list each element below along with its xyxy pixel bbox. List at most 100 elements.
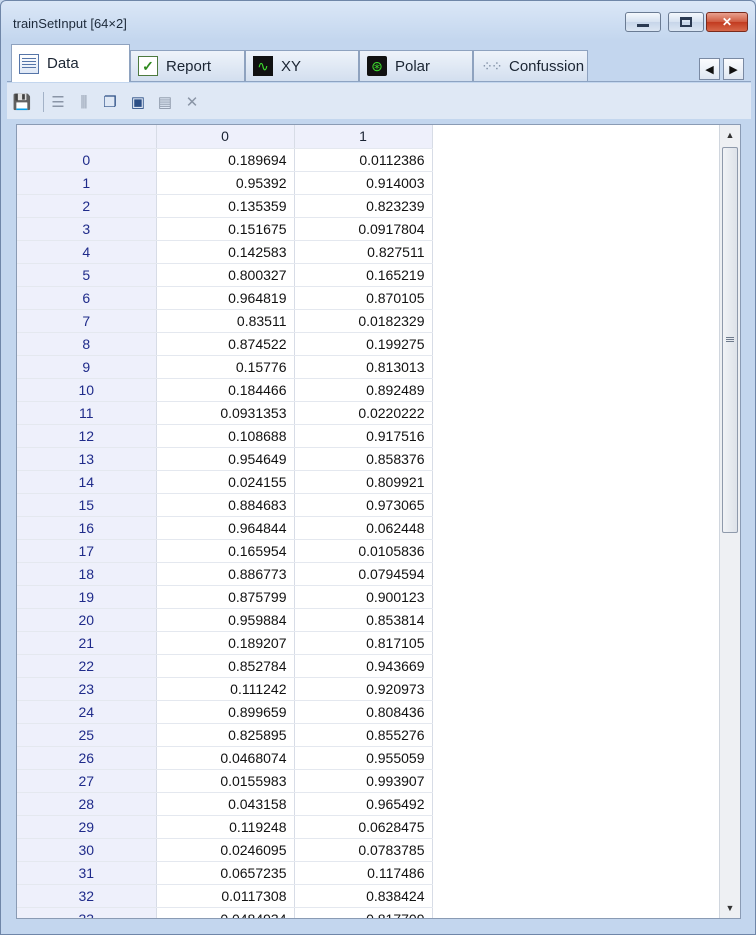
table-cell[interactable]: 0.184466 (156, 378, 295, 402)
table-row[interactable]: 1 0.95392 0.914003 (17, 171, 433, 195)
table-cell[interactable]: 0.0484934 (156, 907, 295, 918)
row-header[interactable]: 24 (17, 700, 157, 724)
save-button[interactable]: 💾 (11, 91, 33, 113)
table-row[interactable]: 13 0.954649 0.858376 (17, 447, 433, 471)
table-cell[interactable]: 0.0117308 (156, 884, 295, 908)
table-cell[interactable]: 0.900123 (294, 585, 433, 609)
table-cell[interactable]: 0.808436 (294, 700, 433, 724)
table-cell[interactable]: 0.135359 (156, 194, 295, 218)
table-row[interactable]: 31 0.0657235 0.117486 (17, 861, 433, 885)
table-cell[interactable]: 0.117486 (294, 861, 433, 885)
table-row[interactable]: 30 0.0246095 0.0783785 (17, 838, 433, 862)
table-cell[interactable]: 0.817709 (294, 907, 433, 918)
table-cell[interactable]: 0.899659 (156, 700, 295, 724)
table-row[interactable]: 8 0.874522 0.199275 (17, 332, 433, 356)
table-cell[interactable]: 0.875799 (156, 585, 295, 609)
table-cell[interactable]: 0.993907 (294, 769, 433, 793)
table-row[interactable]: 29 0.119248 0.0628475 (17, 815, 433, 839)
table-cell[interactable]: 0.119248 (156, 815, 295, 839)
table-cell[interactable]: 0.0246095 (156, 838, 295, 862)
paste-button[interactable]: ▤ (154, 91, 176, 113)
insert-column-button[interactable]: ⫼ (73, 91, 95, 113)
vertical-scrollbar[interactable]: ▲ ▼ (719, 125, 740, 918)
table-row[interactable]: 33 0.0484934 0.817709 (17, 907, 433, 918)
table-cell[interactable]: 0.15776 (156, 355, 295, 379)
table-row[interactable]: 4 0.142583 0.827511 (17, 240, 433, 264)
table-cell[interactable]: 0.111242 (156, 677, 295, 701)
table-cell[interactable]: 0.855276 (294, 723, 433, 747)
table-cell[interactable]: 0.964819 (156, 286, 295, 310)
row-header[interactable]: 18 (17, 562, 157, 586)
table-cell[interactable]: 0.827511 (294, 240, 433, 264)
row-header[interactable]: 23 (17, 677, 157, 701)
table-cell[interactable]: 0.886773 (156, 562, 295, 586)
maximize-button[interactable] (668, 12, 704, 32)
table-cell[interactable]: 0.0155983 (156, 769, 295, 793)
table-cell[interactable]: 0.943669 (294, 654, 433, 678)
table-cell[interactable]: 0.0628475 (294, 815, 433, 839)
table-cell[interactable]: 0.823239 (294, 194, 433, 218)
row-header[interactable]: 16 (17, 516, 157, 540)
tab-data[interactable]: Data (11, 44, 130, 82)
row-header[interactable]: 31 (17, 861, 157, 885)
table-cell[interactable]: 0.884683 (156, 493, 295, 517)
table-cell[interactable]: 0.024155 (156, 470, 295, 494)
table-cell[interactable]: 0.108688 (156, 424, 295, 448)
table-cell[interactable]: 0.853814 (294, 608, 433, 632)
table-cell[interactable]: 0.954649 (156, 447, 295, 471)
column-header[interactable]: 0 (156, 125, 295, 149)
row-header[interactable]: 19 (17, 585, 157, 609)
row-header[interactable]: 29 (17, 815, 157, 839)
table-cell[interactable]: 0.965492 (294, 792, 433, 816)
data-grid[interactable]: 0 1 0 0.189694 0.0112386 1 0.95392 0.914003 2 0… (16, 124, 741, 919)
table-row[interactable]: 7 0.83511 0.0182329 (17, 309, 433, 333)
table-cell[interactable]: 0.914003 (294, 171, 433, 195)
table-cell[interactable]: 0.165954 (156, 539, 295, 563)
table-cell[interactable]: 0.892489 (294, 378, 433, 402)
table-cell[interactable]: 0.151675 (156, 217, 295, 241)
table-cell[interactable]: 0.973065 (294, 493, 433, 517)
table-cell[interactable]: 0.0220222 (294, 401, 433, 425)
row-header[interactable]: 1 (17, 171, 157, 195)
row-header[interactable]: 14 (17, 470, 157, 494)
table-cell[interactable]: 0.852784 (156, 654, 295, 678)
table-cell[interactable]: 0.062448 (294, 516, 433, 540)
row-header[interactable]: 15 (17, 493, 157, 517)
table-cell[interactable]: 0.189694 (156, 148, 295, 172)
table-cell[interactable]: 0.813013 (294, 355, 433, 379)
table-row[interactable]: 20 0.959884 0.853814 (17, 608, 433, 632)
row-header[interactable]: 6 (17, 286, 157, 310)
table-cell[interactable]: 0.0917804 (294, 217, 433, 241)
table-cell[interactable]: 0.817105 (294, 631, 433, 655)
row-header[interactable]: 20 (17, 608, 157, 632)
delete-button[interactable]: ✕ (181, 91, 203, 113)
table-cell[interactable]: 0.043158 (156, 792, 295, 816)
copy-button[interactable]: ❐ (99, 91, 121, 113)
column-header[interactable]: 1 (294, 125, 433, 149)
corner-cell[interactable] (17, 125, 157, 149)
table-cell[interactable]: 0.955059 (294, 746, 433, 770)
row-header[interactable]: 21 (17, 631, 157, 655)
table-cell[interactable]: 0.964844 (156, 516, 295, 540)
row-header[interactable]: 3 (17, 217, 157, 241)
row-header[interactable]: 9 (17, 355, 157, 379)
table-cell[interactable]: 0.809921 (294, 470, 433, 494)
row-header[interactable]: 0 (17, 148, 157, 172)
table-row[interactable]: 26 0.0468074 0.955059 (17, 746, 433, 770)
row-header[interactable]: 8 (17, 332, 157, 356)
row-header[interactable]: 26 (17, 746, 157, 770)
tab-scroll-right-button[interactable]: ▶ (723, 58, 744, 80)
table-cell[interactable]: 0.189207 (156, 631, 295, 655)
table-cell[interactable]: 0.142583 (156, 240, 295, 264)
table-row[interactable]: 14 0.024155 0.809921 (17, 470, 433, 494)
table-cell[interactable]: 0.0794594 (294, 562, 433, 586)
table-cell[interactable]: 0.0468074 (156, 746, 295, 770)
table-cell[interactable]: 0.874522 (156, 332, 295, 356)
tab-confussion[interactable]: ⁘⁘ Confussion (473, 50, 588, 81)
table-row[interactable]: 0 0.189694 0.0112386 (17, 148, 433, 172)
table-cell[interactable]: 0.800327 (156, 263, 295, 287)
table-cell[interactable]: 0.959884 (156, 608, 295, 632)
close-button[interactable]: ✕ (706, 12, 748, 32)
table-row[interactable]: 32 0.0117308 0.838424 (17, 884, 433, 908)
table-row[interactable]: 2 0.135359 0.823239 (17, 194, 433, 218)
